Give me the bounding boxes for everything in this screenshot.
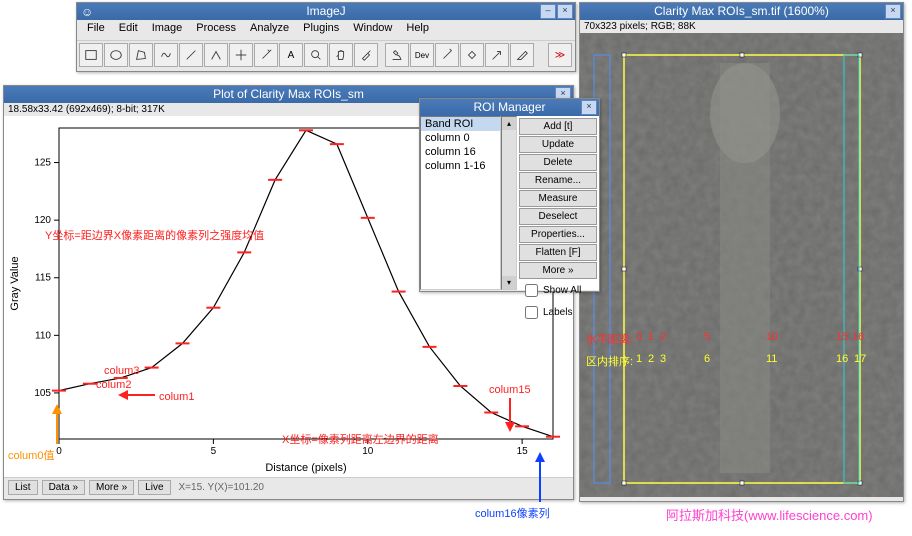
imagej-menubar: File Edit Image Process Analyze Plugins …	[77, 20, 575, 40]
plot-coords: X=15. Y(X)=101.20	[179, 482, 264, 493]
menu-image[interactable]: Image	[146, 21, 189, 39]
roi-item-col0[interactable]: column 0	[421, 131, 500, 145]
image-title: Clarity Max ROIs_sm.tif (1600%)	[654, 4, 829, 18]
imagej-title: ImageJ	[306, 4, 345, 18]
roi-manager-window: ROI Manager × Band ROI column 0 column 1…	[419, 98, 600, 292]
tool-brush-icon[interactable]	[435, 43, 459, 67]
tool-arrow-icon[interactable]	[485, 43, 509, 67]
image-canvas[interactable]: 水平距离: 0 1 2 5 10 15 16 区内排序: 1 2 3 6 11 …	[580, 33, 903, 497]
plot-bottombar: List Data » More » Live X=15. Y(X)=101.2…	[4, 477, 573, 496]
imagej-window: ☺ ImageJ – × File Edit Image Process Ana…	[76, 2, 576, 72]
svg-text:15: 15	[517, 446, 529, 457]
menu-plugins[interactable]: Plugins	[297, 21, 345, 39]
scroll-up-icon[interactable]: ▴	[502, 117, 516, 130]
roi-close-button[interactable]: ×	[581, 100, 597, 115]
plot-live-button[interactable]: Live	[138, 480, 170, 495]
roi-more-button[interactable]: More »	[519, 262, 597, 279]
tool-dev-icon[interactable]: Dev	[410, 43, 434, 67]
scroll-down-icon[interactable]: ▾	[502, 276, 516, 289]
roi-add-button[interactable]: Add [t]	[519, 118, 597, 135]
tool-zoom-icon[interactable]	[304, 43, 328, 67]
roi-rename-button[interactable]: Rename...	[519, 172, 597, 189]
roi-labels-checkbox[interactable]: Labels	[519, 302, 597, 323]
roi-buttons: Add [t] Update Delete Rename... Measure …	[517, 116, 599, 290]
tool-dropper-icon[interactable]	[354, 43, 378, 67]
menu-analyze[interactable]: Analyze	[244, 21, 295, 39]
plot-list-button[interactable]: List	[8, 480, 38, 495]
svg-text:105: 105	[34, 388, 51, 399]
roi-item-col1-16[interactable]: column 1-16	[421, 159, 500, 173]
plot-title: Plot of Clarity Max ROIs_sm	[213, 87, 364, 101]
tool-hand-icon[interactable]	[329, 43, 353, 67]
svg-text:115: 115	[35, 273, 51, 284]
tool-wand-icon[interactable]	[254, 43, 278, 67]
roi-title: ROI Manager	[473, 100, 545, 114]
image-titlebar[interactable]: Clarity Max ROIs_sm.tif (1600%) ×	[580, 3, 903, 20]
roi-flatten-button[interactable]: Flatten [F]	[519, 244, 597, 261]
roi-list[interactable]: Band ROI column 0 column 16 column 1-16	[420, 116, 501, 290]
roi-titlebar[interactable]: ROI Manager ×	[420, 99, 599, 116]
image-window: Clarity Max ROIs_sm.tif (1600%) × 70x323…	[579, 2, 904, 502]
footer-branding: 阿拉斯加科技(www.lifescience.com)	[666, 505, 873, 524]
tool-text-icon[interactable]: A	[279, 43, 303, 67]
tool-angle-icon[interactable]	[204, 43, 228, 67]
anno-colum16: colum16像素列	[475, 505, 550, 521]
tool-flood-icon[interactable]	[460, 43, 484, 67]
roi-showall-checkbox[interactable]: Show All	[519, 280, 597, 301]
tool-line-icon[interactable]	[179, 43, 203, 67]
menu-edit[interactable]: Edit	[113, 21, 144, 39]
plot-more-button[interactable]: More »	[89, 480, 134, 495]
roi-item-band[interactable]: Band ROI	[421, 117, 500, 131]
minimize-button[interactable]: –	[540, 4, 556, 19]
svg-text:0: 0	[56, 446, 62, 457]
imagej-toolbar: A Dev ≫	[77, 40, 575, 71]
tool-microscope-icon[interactable]	[385, 43, 409, 67]
tool-rect-icon[interactable]	[79, 43, 103, 67]
menu-process[interactable]: Process	[190, 21, 242, 39]
tool-oval-icon[interactable]	[104, 43, 128, 67]
image-info: 70x323 pixels; RGB; 88K	[580, 20, 903, 33]
imagej-titlebar[interactable]: ☺ ImageJ – ×	[77, 3, 575, 20]
tool-freehand-icon[interactable]	[154, 43, 178, 67]
menu-file[interactable]: File	[81, 21, 111, 39]
roi-scrollbar[interactable]: ▴ ▾	[501, 116, 517, 290]
roi-measure-button[interactable]: Measure	[519, 190, 597, 207]
menu-help[interactable]: Help	[400, 21, 435, 39]
tool-point-icon[interactable]	[229, 43, 253, 67]
svg-text:Gray Value: Gray Value	[9, 256, 21, 310]
svg-text:5: 5	[211, 446, 217, 457]
menu-window[interactable]: Window	[347, 21, 398, 39]
image-close-button[interactable]: ×	[885, 4, 901, 19]
tool-pencil-icon[interactable]	[510, 43, 534, 67]
roi-deselect-button[interactable]: Deselect	[519, 208, 597, 225]
svg-text:120: 120	[34, 215, 51, 226]
svg-text:125: 125	[34, 158, 51, 169]
svg-text:10: 10	[362, 446, 374, 457]
imagej-logo-icon: ☺	[81, 4, 93, 21]
roi-update-button[interactable]: Update	[519, 136, 597, 153]
svg-text:Distance (pixels): Distance (pixels)	[265, 462, 346, 474]
tool-more-icon[interactable]: ≫	[548, 43, 572, 67]
svg-text:110: 110	[35, 330, 51, 341]
roi-properties-button[interactable]: Properties...	[519, 226, 597, 243]
close-button[interactable]: ×	[557, 4, 573, 19]
roi-delete-button[interactable]: Delete	[519, 154, 597, 171]
roi-item-col16[interactable]: column 16	[421, 145, 500, 159]
tool-polygon-icon[interactable]	[129, 43, 153, 67]
plot-data-button[interactable]: Data »	[42, 480, 85, 495]
